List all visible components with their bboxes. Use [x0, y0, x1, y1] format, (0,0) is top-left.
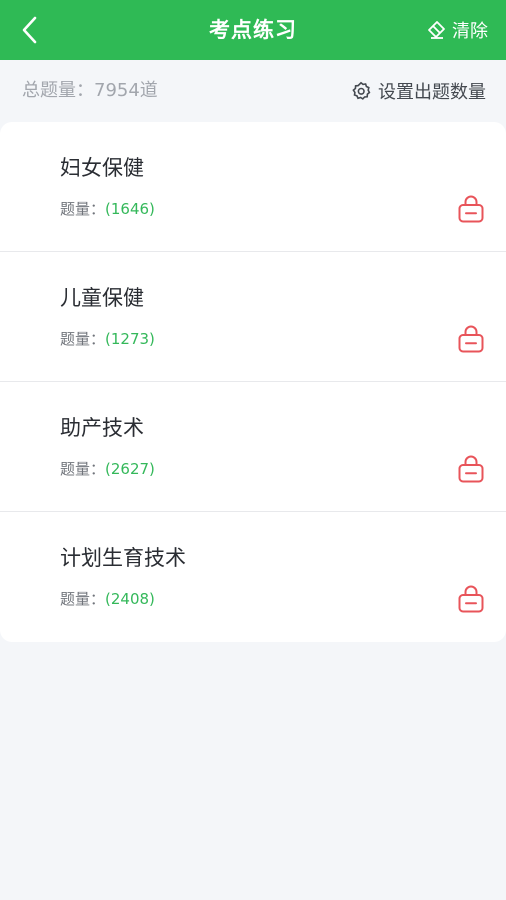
topic-list: 妇女保健 题量：(1646) 儿童保健 题量：(1273) 助产技术 题量：(2… [0, 122, 506, 642]
item-name: 计划生育技术 [60, 546, 186, 570]
list-item[interactable]: 助产技术 题量：(2627) [0, 382, 506, 512]
lock-icon[interactable] [457, 324, 485, 354]
list-item[interactable]: 计划生育技术 题量：(2408) [0, 512, 506, 642]
list-item[interactable]: 妇女保健 题量：(1646) [0, 122, 506, 252]
item-name: 助产技术 [60, 416, 144, 440]
set-question-count-button[interactable]: 设置出题数量 [351, 60, 486, 122]
app-header: 考点练习 清除 [0, 0, 506, 60]
item-count: 题量：(1273) [60, 328, 155, 349]
item-name: 妇女保健 [60, 156, 144, 180]
eraser-icon [428, 21, 445, 39]
gear-icon [352, 81, 371, 100]
total-count: 总题量：7954道 [22, 80, 158, 101]
item-name: 儿童保健 [60, 286, 144, 310]
count-label: 题量： [60, 330, 106, 348]
list-item[interactable]: 儿童保健 题量：(1273) [0, 252, 506, 382]
settings-label: 设置出题数量 [378, 82, 486, 103]
item-count: 题量：(2408) [60, 588, 155, 609]
item-count: 题量：(1646) [60, 198, 155, 219]
count-value: (1273) [105, 330, 155, 348]
clear-button[interactable]: 清除 [426, 0, 488, 60]
lock-icon[interactable] [457, 584, 485, 614]
lock-icon[interactable] [457, 194, 485, 224]
item-count: 题量：(2627) [60, 458, 155, 479]
count-value: (1646) [105, 200, 155, 218]
lock-icon[interactable] [457, 454, 485, 484]
summary-bar: 总题量：7954道 设置出题数量 [0, 60, 506, 122]
count-label: 题量： [60, 200, 106, 218]
clear-label: 清除 [452, 21, 488, 42]
count-value: (2408) [105, 590, 155, 608]
count-label: 题量： [60, 460, 106, 478]
count-label: 题量： [60, 590, 106, 608]
count-value: (2627) [105, 460, 155, 478]
